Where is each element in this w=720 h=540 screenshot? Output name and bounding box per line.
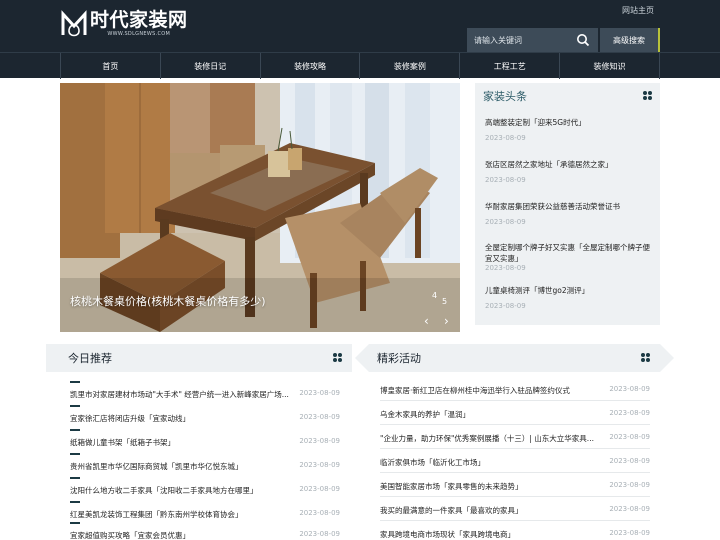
today-section-header: 今日推荐 (46, 344, 352, 372)
activities-section-header: 精彩活动 (369, 344, 660, 372)
list-item-title[interactable]: 纸箱做儿童书架「纸箱子书架」 (70, 437, 302, 448)
list-item[interactable]: "企业力量，助力环保"优秀案例展播（十三）| 山东大立华家具... 2023-0… (380, 425, 650, 449)
list-item[interactable]: 凯里市对家居建材市场动"大手术" 经营户统一进入新峰家居广场... 2023-0… (70, 381, 340, 405)
list-item[interactable]: 家具跨境电商市场现状「家具跨境电商」 2023-08-09 (380, 521, 650, 540)
list-item[interactable]: 贵州省凯里市华亿国际商贸城「凯里市华亿悦东城」 2023-08-09 (70, 453, 340, 477)
nav-item-diary[interactable]: 装修日记 (159, 53, 260, 79)
headline-title[interactable]: 全屋定制哪个牌子好又实惠「全屋定制哪个牌子便宜又实惠」 (485, 242, 655, 264)
list-item[interactable]: 沈阳什么地方收二手家具「沈阳收二手家具地方在哪里」 2023-08-09 (70, 477, 340, 501)
list-item-title[interactable]: 贵州省凯里市华亿国际商贸城「凯里市华亿悦东城」 (70, 461, 302, 472)
list-item-date: 2023-08-09 (609, 457, 650, 465)
list-item-title[interactable]: 家具跨境电商市场现状「家具跨境电商」 (380, 529, 612, 540)
slide-index: 4 (432, 291, 438, 300)
nav-item-guide[interactable]: 装修攻略 (259, 53, 360, 79)
activities-title: 精彩活动 (377, 352, 421, 365)
list-item-date: 2023-08-09 (609, 385, 650, 393)
home-link[interactable]: 网站主页 (622, 5, 654, 16)
list-item-title[interactable]: 博皇家居·新红卫店在柳州桂中海迅举行入驻品牌签约仪式 (380, 385, 612, 396)
nav-item-craft[interactable]: 工程工艺 (459, 53, 559, 79)
list-item-date: 2023-08-09 (609, 409, 650, 417)
site-header: 时代家装网 WWW.SDLGNEWS.COM 网站主页 请输入关键词 高级搜索 (0, 0, 720, 52)
advanced-search-button[interactable]: 高级搜索 (600, 28, 660, 52)
headline-item[interactable]: 高端整装定制「迎来5G时代」 2023-08-09 (485, 117, 655, 142)
list-item-title[interactable]: 美国智能家居市场「家具零售的未来趋势」 (380, 481, 612, 492)
logo-url: WWW.SDLGNEWS.COM (107, 31, 171, 37)
grid-icon[interactable] (643, 91, 652, 100)
list-item-date: 2023-08-09 (609, 505, 650, 513)
list-item[interactable]: 博皇家居·新红卫店在柳州桂中海迅举行入驻品牌签约仪式 2023-08-09 (380, 377, 650, 401)
list-item-title[interactable]: "企业力量，助力环保"优秀案例展播（十三）| 山东大立华家具... (380, 433, 612, 444)
chevron-left-icon[interactable]: ‹ (424, 315, 434, 327)
nav-item-knowledge[interactable]: 装修知识 (559, 53, 660, 79)
headline-date: 2023-08-09 (485, 134, 526, 142)
headline-item[interactable]: 全屋定制哪个牌子好又实惠「全屋定制哪个牌子便宜又实惠」 2023-08-09 (485, 242, 655, 272)
headline-title[interactable]: 华耐家居集团荣获公益慈善活动荣誉证书 (485, 201, 655, 212)
headline-title[interactable]: 儿童桌椅测评「博世go2测评」 (485, 285, 655, 296)
headline-item[interactable]: 儿童桌椅测评「博世go2测评」 2023-08-09 (485, 285, 655, 310)
list-item-date: 2023-08-09 (299, 389, 340, 397)
headlines-panel: 家装头条 高端整装定制「迎来5G时代」 2023-08-09 张店区居然之家地址… (475, 83, 660, 325)
banner-slide[interactable]: 核桃木餐桌价格(核桃木餐桌价格有多少) (60, 83, 460, 332)
headline-title[interactable]: 张店区居然之家地址「承德居然之家」 (485, 159, 655, 170)
list-item-title[interactable]: 宜家超值购买攻略「宜家会员优惠」 (70, 530, 302, 540)
section-tab-corner (660, 344, 674, 372)
today-title: 今日推荐 (68, 352, 112, 365)
list-item[interactable]: 美国智能家居市场「家具零售的未来趋势」 2023-08-09 (380, 473, 650, 497)
nav-item-cases[interactable]: 装修案例 (359, 53, 459, 79)
logo-mark-icon (61, 10, 87, 37)
list-item-title[interactable]: 沈阳什么地方收二手家具「沈阳收二手家具地方在哪里」 (70, 485, 302, 496)
headline-item[interactable]: 华耐家居集团荣获公益慈善活动荣誉证书 2023-08-09 (485, 201, 655, 226)
list-item-title[interactable]: 宜家徐汇店将闭店升级「宜家动线」 (70, 413, 302, 424)
list-item[interactable]: 宜家徐汇店将闭店升级「宜家动线」 2023-08-09 (70, 405, 340, 429)
list-item[interactable]: 我买的最满意的一件家具「最喜欢的家具」 2023-08-09 (380, 497, 650, 521)
headline-date: 2023-08-09 (485, 264, 526, 272)
search-placeholder: 请输入关键词 (474, 35, 522, 45)
headline-title[interactable]: 高端整装定制「迎来5G时代」 (485, 117, 655, 128)
list-item-date: 2023-08-09 (299, 437, 340, 445)
search-input[interactable]: 请输入关键词 (467, 28, 598, 52)
headline-date: 2023-08-09 (485, 302, 526, 310)
list-item-date: 2023-08-09 (609, 481, 650, 489)
list-item-date: 2023-08-09 (299, 530, 340, 538)
slide-total: 5 (442, 297, 448, 306)
list-item-title[interactable]: 红星美凯龙装饰工程集团「黔东南州学校体育协会」 (70, 509, 302, 520)
search-icon[interactable] (576, 33, 590, 47)
list-item-date: 2023-08-09 (609, 433, 650, 441)
grid-icon[interactable] (333, 353, 342, 362)
list-item-date: 2023-08-09 (299, 485, 340, 493)
list-item-title[interactable]: 乌金木家具的养护「温润」 (380, 409, 612, 420)
list-item-date: 2023-08-09 (299, 509, 340, 517)
chevron-right-icon[interactable]: › (444, 315, 454, 327)
list-item-title[interactable]: 凯里市对家居建材市场动"大手术" 经营户统一进入新峰家居广场... (70, 389, 302, 400)
site-logo[interactable]: 时代家装网 WWW.SDLGNEWS.COM (60, 9, 188, 41)
list-item[interactable]: 纸箱做儿童书架「纸箱子书架」 2023-08-09 (70, 429, 340, 453)
grid-icon[interactable] (641, 353, 650, 362)
list-item-date: 2023-08-09 (299, 413, 340, 421)
list-item[interactable]: 临沂家俱市场「临沂化工市场」 2023-08-09 (380, 449, 650, 473)
nav-item-home[interactable]: 首页 (60, 53, 160, 79)
list-item[interactable]: 宜家超值购买攻略「宜家会员优惠」 2023-08-09 (70, 522, 340, 540)
main-nav: 首页 装修日记 装修攻略 装修案例 工程工艺 装修知识 (0, 52, 720, 79)
banner-caption[interactable]: 核桃木餐桌价格(核桃木餐桌价格有多少) (70, 293, 266, 309)
headline-date: 2023-08-09 (485, 218, 526, 226)
headline-date: 2023-08-09 (485, 176, 526, 184)
section-tab-corner (355, 344, 369, 372)
list-item-title[interactable]: 我买的最满意的一件家具「最喜欢的家具」 (380, 505, 612, 516)
headlines-title: 家装头条 (483, 90, 527, 103)
list-item-date: 2023-08-09 (299, 461, 340, 469)
list-item-date: 2023-08-09 (609, 529, 650, 537)
list-item[interactable]: 乌金木家具的养护「温润」 2023-08-09 (380, 401, 650, 425)
headline-item[interactable]: 张店区居然之家地址「承德居然之家」 2023-08-09 (485, 159, 655, 184)
logo-text: 时代家装网 (90, 9, 188, 31)
list-item-title[interactable]: 临沂家俱市场「临沂化工市场」 (380, 457, 612, 468)
